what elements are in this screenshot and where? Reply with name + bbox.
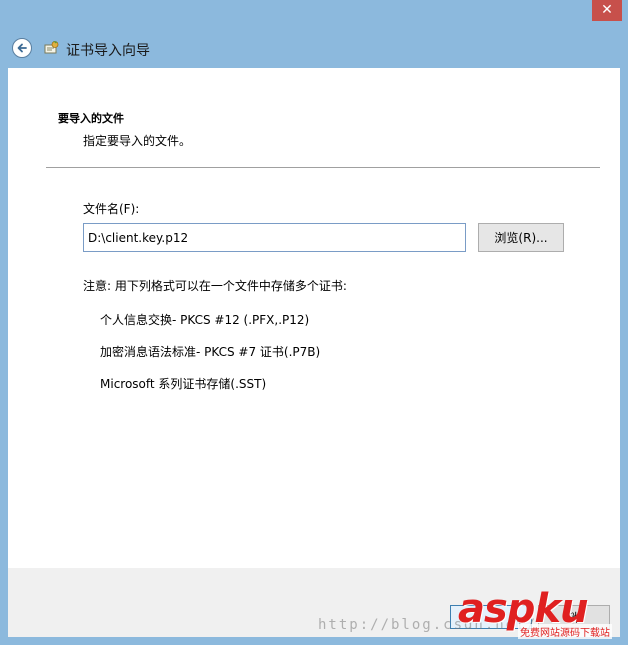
wizard-window: ✕ 证书导入向导 要导入的文件 指定要导入的文件。 文件名(F): 浏览(R).… — [0, 0, 628, 645]
close-button[interactable]: ✕ — [592, 0, 622, 21]
format-p7b: 加密消息语法标准- PKCS #7 证书(.P7B) — [100, 345, 321, 359]
formats-note: 注意: 用下列格式可以在一个文件中存储多个证书: — [83, 279, 347, 293]
section-title: 要导入的文件 — [58, 112, 124, 125]
file-name-input[interactable] — [83, 223, 466, 252]
back-button[interactable] — [12, 38, 32, 58]
section-divider — [46, 167, 600, 168]
format-pfx: 个人信息交换- PKCS #12 (.PFX,.P12) — [100, 313, 310, 327]
aspku-logo: aspku 免费网站源码下载站 — [458, 586, 620, 641]
certificate-icon — [44, 41, 59, 54]
back-arrow-icon — [17, 43, 27, 53]
browse-button[interactable]: 浏览(R)... — [478, 223, 564, 252]
wizard-content: 要导入的文件 指定要导入的文件。 文件名(F): 浏览(R)... 注意: 用下… — [8, 68, 620, 568]
file-name-label: 文件名(F): — [83, 202, 140, 216]
wizard-header: 证书导入向导 — [0, 28, 628, 68]
section-description: 指定要导入的文件。 — [83, 134, 192, 148]
logo-subtitle: 免费网站源码下载站 — [518, 624, 612, 639]
title-bar: ✕ — [0, 0, 628, 28]
wizard-title: 证书导入向导 — [66, 43, 150, 59]
format-sst: Microsoft 系列证书存储(.SST) — [100, 377, 267, 391]
